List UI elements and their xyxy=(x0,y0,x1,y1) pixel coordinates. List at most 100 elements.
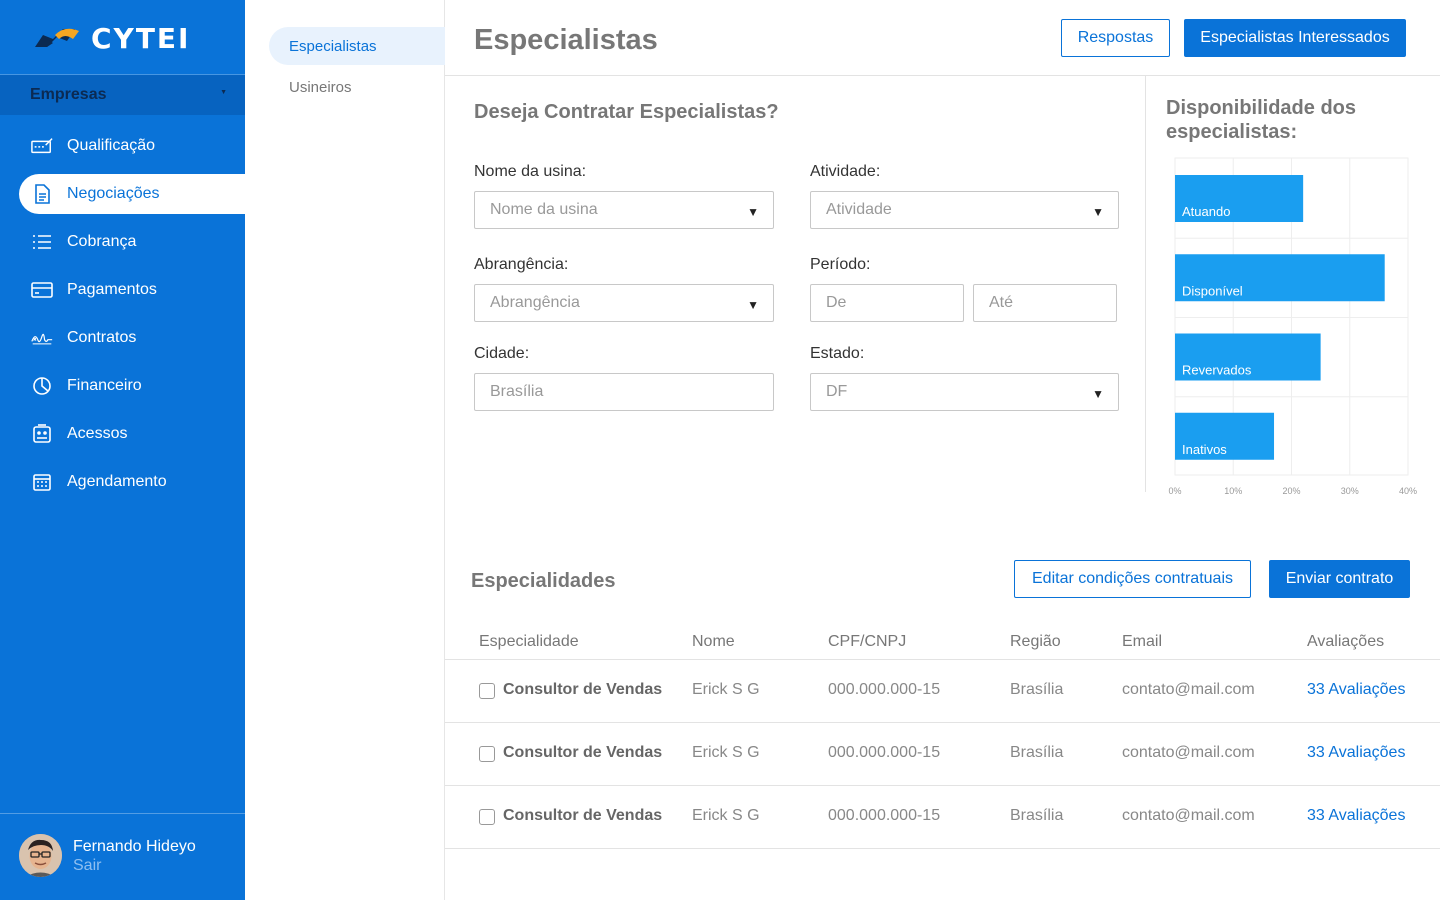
avaliacoes-link[interactable]: 33 Avaliações xyxy=(1307,744,1405,762)
cell-regiao: Brasília xyxy=(1010,681,1064,698)
cell-regiao: Brasília xyxy=(1010,744,1064,761)
page-title: Especialistas xyxy=(474,24,658,56)
cell-especialidade: Consultor de Vendas xyxy=(503,744,663,761)
especialidades-title: Especialidades xyxy=(471,570,616,592)
brand-logo[interactable]: CYTEI xyxy=(33,21,191,55)
sidebar-divider xyxy=(0,813,245,814)
sidebar-item-label: Cobrança xyxy=(67,233,137,250)
estado-value: DF xyxy=(826,383,848,400)
cidade-label: Cidade: xyxy=(474,345,530,362)
user-panel: Fernando Hideyo Sair xyxy=(19,834,196,877)
sidebar-nav: Qualificação Negociações Cobrança Pagame… xyxy=(0,126,245,510)
abrangencia-placeholder: Abrangência xyxy=(490,294,580,311)
logout-link[interactable]: Sair xyxy=(73,856,196,875)
row-checkbox[interactable] xyxy=(479,809,495,825)
respostas-button[interactable]: Respostas xyxy=(1061,19,1170,57)
table-row[interactable]: Consultor de Vendas Erick S G 000.000.00… xyxy=(445,660,1440,723)
especialidades-table: Especialidade Nome CPF/CNPJ Região Email… xyxy=(445,622,1440,849)
bar-label: Revervados xyxy=(1182,363,1252,378)
list-icon xyxy=(31,231,53,253)
x-tick-label: 40% xyxy=(1399,486,1417,496)
dropdown-arrow-icon: ▼ xyxy=(1092,387,1104,401)
qualification-icon xyxy=(31,135,53,157)
periodo-ate-input[interactable]: Até xyxy=(973,284,1117,322)
access-icon xyxy=(31,423,53,445)
document-icon xyxy=(31,183,53,205)
usina-placeholder: Nome da usina xyxy=(490,201,598,218)
subnav-item-especialistas[interactable]: Especialistas xyxy=(269,27,445,65)
send-contract-button[interactable]: Enviar contrato xyxy=(1269,560,1410,598)
sidebar-item-qualificacao[interactable]: Qualificação xyxy=(0,126,245,166)
estado-select[interactable]: DF ▼ xyxy=(810,373,1119,411)
sidebar: CYTEI Empresas ▼ Qualificação Negociaçõe… xyxy=(0,0,245,900)
col-avaliacoes[interactable]: Avaliações xyxy=(1307,633,1384,651)
cell-regiao: Brasília xyxy=(1010,807,1064,824)
cell-especialidade: Consultor de Vendas xyxy=(503,681,663,698)
dropdown-arrow-icon: ▼ xyxy=(747,298,759,312)
main-content: Especialistas Respostas Especialistas In… xyxy=(445,0,1440,900)
avaliacoes-link[interactable]: 33 Avaliações xyxy=(1307,807,1405,825)
row-checkbox[interactable] xyxy=(479,683,495,699)
cell-cpf: 000.000.000-15 xyxy=(828,807,941,824)
periodo-ate-placeholder: Até xyxy=(989,294,1014,311)
sidebar-item-acessos[interactable]: Acessos xyxy=(0,414,245,454)
periodo-de-input[interactable]: De xyxy=(810,284,964,322)
sidebar-item-contratos[interactable]: Contratos xyxy=(0,318,245,358)
availability-chart: 0% 10% 20% 30% 40% Atuando Disponível Revervado… xyxy=(1168,157,1417,496)
avaliacoes-link[interactable]: 33 Avaliações xyxy=(1307,681,1405,699)
chart-title: Disponibilidade dos especialistas: xyxy=(1166,97,1357,143)
usina-select[interactable]: Nome da usina ▼ xyxy=(474,191,774,229)
signature-icon xyxy=(31,327,53,349)
user-info: Fernando Hideyo Sair xyxy=(73,837,196,875)
edit-conditions-button[interactable]: Editar condições contratuais xyxy=(1014,560,1251,598)
sub-nav: Especialistas Usineiros xyxy=(245,0,445,900)
sidebar-item-pagamentos[interactable]: Pagamentos xyxy=(0,270,245,310)
table-row[interactable]: Consultor de Vendas Erick S G 000.000.00… xyxy=(445,723,1440,786)
x-tick-label: 20% xyxy=(1282,486,1300,496)
caret-down-icon: ▼ xyxy=(220,89,227,96)
col-nome[interactable]: Nome xyxy=(692,633,735,651)
cell-nome: Erick S G xyxy=(692,681,760,698)
brand-name: CYTEI xyxy=(91,21,191,55)
avatar[interactable] xyxy=(19,834,62,877)
dropdown-arrow-icon: ▼ xyxy=(747,205,759,219)
app: CYTEI Empresas ▼ Qualificação Negociaçõe… xyxy=(0,0,1440,900)
calendar-icon xyxy=(31,471,53,493)
sidebar-item-label: Qualificação xyxy=(67,137,156,154)
bar-label: Inativos xyxy=(1182,442,1227,457)
especialistas-interessados-button[interactable]: Especialistas Interessados xyxy=(1184,19,1406,57)
sidebar-item-label: Pagamentos xyxy=(67,281,157,298)
dropdown-arrow-icon: ▼ xyxy=(1092,205,1104,219)
cidade-value: Brasília xyxy=(490,383,544,400)
abrangencia-select[interactable]: Abrangência ▼ xyxy=(474,284,774,322)
company-select[interactable]: Empresas ▼ xyxy=(0,75,245,115)
cell-email: contato@mail.com xyxy=(1122,744,1255,761)
sidebar-item-cobranca[interactable]: Cobrança xyxy=(0,222,245,262)
col-cpf[interactable]: CPF/CNPJ xyxy=(828,633,906,651)
atividade-placeholder: Atividade xyxy=(826,201,892,218)
sidebar-item-label: Agendamento xyxy=(67,473,167,490)
cell-cpf: 000.000.000-15 xyxy=(828,744,941,761)
table-row[interactable]: Consultor de Vendas Erick S G 000.000.00… xyxy=(445,786,1440,849)
table-header: Especialidade Nome CPF/CNPJ Região Email… xyxy=(445,622,1440,660)
sidebar-item-label: Financeiro xyxy=(67,377,142,394)
col-regiao[interactable]: Região xyxy=(1010,633,1061,651)
sidebar-item-negociacoes[interactable]: Negociações xyxy=(19,174,245,214)
atividade-label: Atividade: xyxy=(810,163,881,180)
cell-nome: Erick S G xyxy=(692,744,760,761)
logo-mark-icon xyxy=(35,28,79,47)
header-divider xyxy=(445,75,1440,76)
sidebar-item-financeiro[interactable]: Financeiro xyxy=(0,366,245,406)
cidade-input[interactable]: Brasília xyxy=(474,373,774,411)
cell-email: contato@mail.com xyxy=(1122,681,1255,698)
row-checkbox[interactable] xyxy=(479,746,495,762)
col-email[interactable]: Email xyxy=(1122,633,1162,651)
subnav-item-usineiros[interactable]: Usineiros xyxy=(269,68,445,106)
atividade-select[interactable]: Atividade ▼ xyxy=(810,191,1119,229)
col-especialidade[interactable]: Especialidade xyxy=(479,633,579,651)
sidebar-item-label: Acessos xyxy=(67,425,128,442)
form-title: Deseja Contratar Especialistas? xyxy=(474,101,779,123)
sidebar-item-agendamento[interactable]: Agendamento xyxy=(0,462,245,502)
pie-chart-icon xyxy=(31,375,53,397)
x-tick-label: 0% xyxy=(1168,486,1181,496)
